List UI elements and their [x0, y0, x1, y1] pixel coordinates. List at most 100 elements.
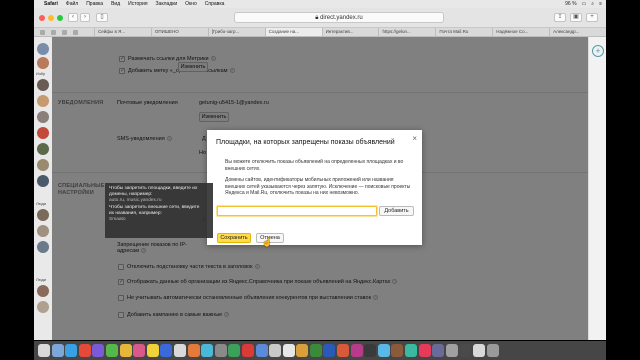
address-bar[interactable]: 🔒︎ direct.yandex.ru [234, 12, 444, 23]
tabs-overview-icon[interactable]: ▣ [570, 13, 582, 22]
share-icon[interactable]: ⇪ [554, 13, 566, 22]
app-icon[interactable] [432, 344, 445, 357]
avatar[interactable] [37, 57, 49, 69]
add-button[interactable]: Добавить [379, 206, 414, 216]
sidebar-label: Люди [36, 201, 47, 206]
app-icon[interactable] [187, 344, 200, 357]
pinned-tab-icon[interactable] [62, 29, 67, 35]
app-icon[interactable] [337, 344, 350, 357]
avatar[interactable] [37, 111, 49, 123]
battery-text: 96 % [565, 1, 577, 7]
avatar[interactable] [37, 175, 49, 187]
app-icon[interactable] [173, 344, 186, 357]
avatar[interactable] [37, 209, 49, 221]
finder-icon[interactable] [38, 344, 50, 357]
search-icon[interactable]: ⌕ [591, 1, 594, 7]
tab[interactable]: https://gelun... [378, 28, 435, 36]
add-icon[interactable]: + [592, 45, 604, 57]
app-icon[interactable] [133, 344, 146, 357]
app-icon[interactable] [323, 344, 336, 357]
menu-app-name[interactable]: Safari [44, 1, 58, 7]
menu-history[interactable]: История [128, 1, 147, 7]
app-icon[interactable] [391, 344, 404, 357]
app-icon[interactable] [282, 344, 295, 357]
menu-file[interactable]: Файл [66, 1, 78, 7]
close-icon[interactable]: × [412, 134, 417, 143]
app-icon[interactable] [78, 344, 91, 357]
pinned-tab-icon[interactable] [40, 29, 45, 35]
save-button[interactable]: Сохранить [217, 233, 251, 243]
avatar[interactable] [37, 159, 49, 171]
menu-view[interactable]: Вид [111, 1, 120, 7]
app-icon[interactable] [445, 344, 458, 357]
menu-bookmarks[interactable]: Закладки [156, 1, 178, 7]
avatar[interactable] [37, 143, 49, 155]
menu-list-icon[interactable]: ≡ [599, 1, 602, 7]
app-icon[interactable] [92, 344, 105, 357]
launchpad-icon[interactable] [51, 344, 64, 357]
dialog-instructions: Домены сайтов, идентификаторы мобильных … [225, 177, 411, 196]
trash-icon[interactable] [486, 344, 499, 357]
avatar[interactable] [37, 285, 49, 297]
pinned-tab-icon[interactable] [73, 29, 78, 35]
avatar[interactable] [37, 127, 49, 139]
app-icon[interactable] [214, 344, 227, 357]
tab-active[interactable]: Создание на... [264, 28, 322, 36]
menu-window[interactable]: Окно [185, 1, 197, 7]
sidebar-label: Избр [36, 71, 46, 76]
new-tab-icon[interactable]: + [586, 13, 598, 22]
app-icon[interactable] [377, 344, 390, 357]
tab[interactable]: Сейфы в Я... [94, 28, 151, 36]
tab[interactable]: [Грибо-загр... [207, 28, 265, 36]
app-icon[interactable] [241, 344, 254, 357]
avatar[interactable] [37, 79, 49, 91]
tab-bar: Сейфы в Я... ОПИШЕНО [Грибо-загр... Созд… [34, 28, 606, 37]
app-icon[interactable] [269, 344, 282, 357]
tab[interactable]: Интерактив... [321, 28, 379, 36]
blocked-sites-input[interactable] [217, 206, 377, 216]
avatar[interactable] [37, 225, 49, 237]
tab[interactable]: Почта Mail.Ru [435, 28, 492, 36]
app-icon[interactable] [105, 344, 118, 357]
app-icon[interactable] [146, 344, 159, 357]
pinned-favicons [34, 28, 94, 36]
app-icon[interactable] [309, 344, 322, 357]
dialog-title: Площадки, на которых запрещены показы об… [216, 139, 395, 146]
app-icon[interactable] [119, 344, 132, 357]
app-icon[interactable] [201, 344, 214, 357]
safari-icon[interactable] [65, 344, 78, 357]
forward-icon[interactable]: › [80, 13, 90, 22]
app-icon[interactable] [228, 344, 241, 357]
avatar[interactable] [37, 241, 49, 253]
zoom-window-icon[interactable] [57, 15, 63, 21]
avatar[interactable] [37, 43, 49, 55]
app-icon[interactable] [405, 344, 418, 357]
app-icon[interactable] [364, 344, 377, 357]
app-icon[interactable] [160, 344, 173, 357]
menubar-status: 96 % ▭ ⌕ ≡ [565, 1, 602, 7]
app-icon[interactable] [418, 344, 431, 357]
app-icon[interactable] [459, 344, 472, 357]
avatar[interactable] [37, 95, 49, 107]
back-icon[interactable]: ‹ [68, 13, 78, 22]
sidebar-label: Люди [36, 277, 47, 282]
mouse-cursor-icon: ☝ [262, 238, 272, 247]
menu-edit[interactable]: Правка [86, 1, 103, 7]
tab[interactable]: Надёжное Co... [492, 28, 549, 36]
social-sidebar: Избр Люди Люди [34, 37, 52, 340]
dialog-description: Вы можете отключить показы объявлений на… [225, 159, 404, 172]
blocked-sites-dialog: Площадки, на которых запрещены показы об… [207, 130, 422, 245]
tab[interactable]: ОПИШЕНО [150, 28, 208, 36]
close-window-icon[interactable] [39, 15, 45, 21]
app-icon[interactable] [473, 344, 485, 357]
pinned-tab-icon[interactable] [51, 29, 56, 35]
app-icon[interactable] [255, 344, 268, 357]
tab[interactable]: Александр... [549, 28, 606, 36]
app-icon[interactable] [296, 344, 309, 357]
menu-help[interactable]: Справка [205, 1, 225, 7]
app-icon[interactable] [350, 344, 363, 357]
sidebar-toggle-icon[interactable]: ▯ [96, 13, 108, 22]
mac-menubar: Safari Файл Правка Вид История Закладки … [34, 0, 606, 8]
minimize-window-icon[interactable] [48, 15, 54, 21]
avatar[interactable] [37, 301, 49, 313]
